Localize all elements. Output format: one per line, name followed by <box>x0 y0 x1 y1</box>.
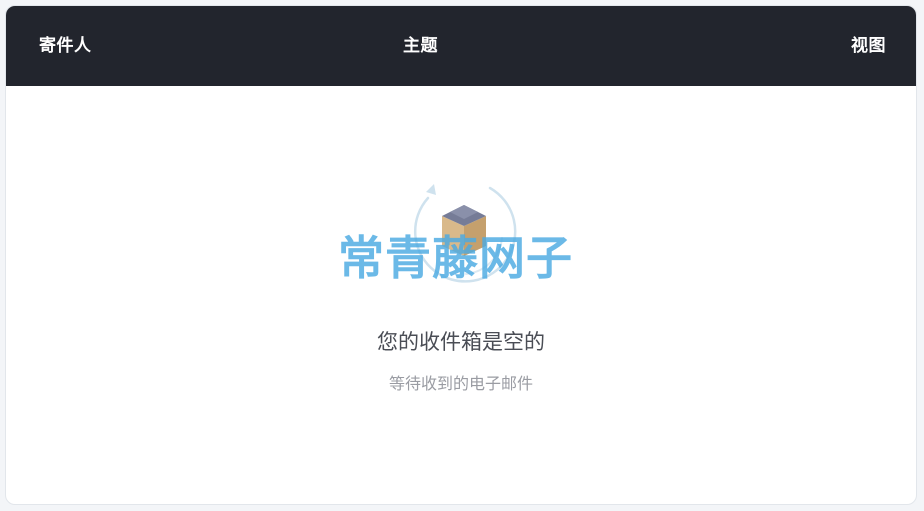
column-header-sender[interactable]: 寄件人 <box>39 6 92 86</box>
empty-inbox-state: 常青藤网子 您的收件箱是空的 等待收到的电子邮件 <box>6 86 916 504</box>
inbox-panel: 寄件人 主题 视图 常青藤网子 您的收件箱是空的 等待收到的电子邮件 <box>5 5 917 505</box>
empty-inbox-subtitle: 等待收到的电子邮件 <box>388 374 533 393</box>
column-header-view[interactable]: 视图 <box>851 6 886 86</box>
empty-inbox-title: 您的收件箱是空的 <box>377 330 545 354</box>
watermark-text: 常青藤网子 <box>338 231 573 285</box>
inbox-table-header: 寄件人 主题 视图 <box>6 6 916 86</box>
column-header-subject[interactable]: 主题 <box>403 6 438 86</box>
